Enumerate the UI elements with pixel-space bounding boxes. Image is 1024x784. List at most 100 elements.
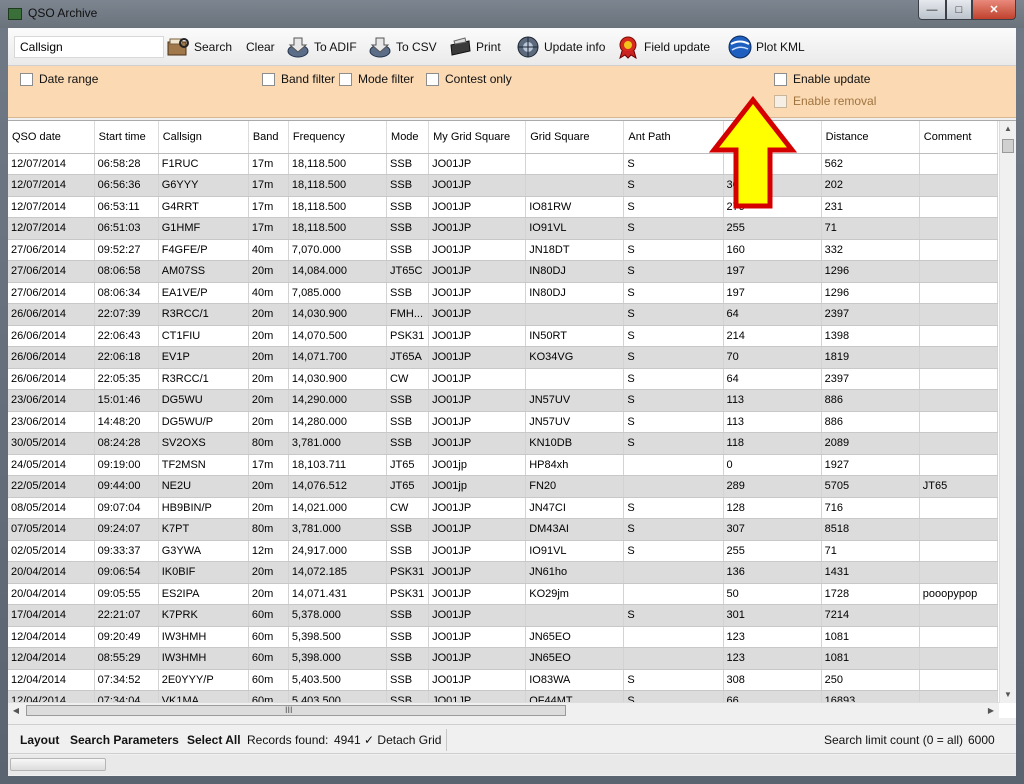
table-cell[interactable]: AM07SS (158, 260, 249, 283)
table-cell[interactable]: JO01JP (428, 389, 527, 412)
table-cell[interactable]: JN57UV (525, 411, 625, 433)
table-cell[interactable]: 17m (248, 217, 289, 240)
table-row[interactable]: 30/05/2014 08:24:28 SV2OXS 80m 3,781.000 SSB J… (8, 432, 999, 455)
table-cell[interactable]: 40m (248, 282, 289, 304)
table-cell[interactable]: 07/05/2014 (8, 518, 95, 541)
table-cell[interactable]: 14,070.500 (288, 325, 388, 347)
table-cell[interactable]: JO01JP (428, 669, 527, 691)
table-cell[interactable]: 5705 (821, 475, 920, 498)
table-cell[interactable]: FN20 (525, 475, 625, 498)
table-cell[interactable]: HB9BIN/P (158, 497, 249, 519)
table-cell[interactable]: 2397 (821, 303, 920, 326)
table-cell[interactable]: 27/06/2014 (8, 260, 95, 283)
table-cell[interactable]: R3RCC/1 (158, 368, 249, 390)
table-row[interactable]: 12/04/2014 07:34:52 2E0YYY/P 60m 5,403.500 SS… (8, 669, 999, 691)
table-cell[interactable]: 24,917.000 (288, 540, 388, 562)
table-cell[interactable]: JO01JP (428, 647, 527, 670)
table-cell[interactable] (623, 583, 724, 605)
table-row[interactable]: 12/07/2014 06:58:28 F1RUC 17m 18,118.500 SSB J… (8, 153, 999, 175)
table-cell[interactable] (919, 260, 999, 283)
table-cell[interactable]: 20/04/2014 (8, 583, 95, 605)
table-cell[interactable]: 70 (723, 346, 822, 369)
table-cell[interactable]: 2E0YYY/P (158, 669, 249, 691)
table-cell[interactable]: 23/06/2014 (8, 411, 95, 433)
table-cell[interactable]: PSK31 (386, 325, 430, 347)
table-cell[interactable]: JO01JP (428, 303, 527, 326)
table-row[interactable]: 26/06/2014 22:06:18 EV1P 20m 14,071.700 JT65A… (8, 346, 999, 369)
table-cell[interactable] (919, 540, 999, 562)
column-header[interactable]: Start time (94, 121, 159, 154)
column-header[interactable]: Comment (919, 121, 999, 154)
table-cell[interactable]: JO01JP (428, 217, 527, 240)
search-button[interactable]: Search (166, 34, 232, 60)
table-cell[interactable]: 14,072.185 (288, 561, 388, 584)
table-cell[interactable]: 09:20:49 (94, 626, 159, 648)
print-button[interactable]: Print (448, 34, 501, 60)
table-cell[interactable]: 3,781.000 (288, 518, 388, 541)
table-cell[interactable]: 26/06/2014 (8, 303, 95, 326)
table-cell[interactable]: JO01JP (428, 540, 527, 562)
to-csv-button[interactable]: To CSV (368, 34, 437, 60)
enable-update-checkbox[interactable]: Enable update (774, 72, 870, 86)
scroll-thumb[interactable] (1002, 139, 1014, 153)
column-header[interactable]: Frequency (288, 121, 388, 154)
scroll-down-icon[interactable]: ▼ (1000, 687, 1016, 703)
table-cell[interactable] (919, 217, 999, 240)
table-cell[interactable]: 09:06:54 (94, 561, 159, 584)
table-cell[interactable]: 60m (248, 669, 289, 691)
table-cell[interactable]: 64 (723, 368, 822, 390)
checkbox-box[interactable] (426, 72, 439, 86)
table-cell[interactable]: 12/04/2014 (8, 669, 95, 691)
table-cell[interactable]: G4RRT (158, 196, 249, 218)
table-cell[interactable]: 18,118.500 (288, 196, 388, 218)
table-cell[interactable]: JO01JP (428, 518, 527, 541)
table-cell[interactable]: 128 (723, 497, 822, 519)
table-cell[interactable]: 06:56:36 (94, 174, 159, 197)
table-row[interactable]: 20/04/2014 09:06:54 IK0BIF 20m 14,072.185 PSK… (8, 561, 999, 584)
table-cell[interactable]: 0 (723, 454, 822, 476)
table-cell[interactable]: JT65 (386, 454, 430, 476)
table-cell[interactable]: IO91VL (525, 540, 625, 562)
table-cell[interactable] (623, 475, 724, 498)
table-cell[interactable]: 09:33:37 (94, 540, 159, 562)
date-range-checkbox[interactable]: Date range (20, 72, 98, 86)
table-cell[interactable]: SV2OXS (158, 432, 249, 455)
table-cell[interactable]: 14,030.900 (288, 303, 388, 326)
table-cell[interactable]: 17m (248, 174, 289, 197)
table-cell[interactable]: SSB (386, 282, 430, 304)
table-row[interactable]: 26/06/2014 22:07:39 R3RCC/1 20m 14,030.900 FM… (8, 303, 999, 326)
table-row[interactable]: 23/06/2014 14:48:20 DG5WU/P 20m 14,280.000 SS… (8, 411, 999, 433)
table-cell[interactable]: SSB (386, 647, 430, 670)
table-cell[interactable]: 12/04/2014 (8, 626, 95, 648)
table-cell[interactable]: 14,280.000 (288, 411, 388, 433)
table-cell[interactable]: 20m (248, 583, 289, 605)
table-cell[interactable]: S (623, 540, 724, 562)
table-cell[interactable]: 80m (248, 432, 289, 455)
table-cell[interactable]: 20m (248, 561, 289, 584)
table-cell[interactable]: S (623, 389, 724, 412)
table-cell[interactable]: K7PRK (158, 604, 249, 627)
table-cell[interactable]: 20m (248, 260, 289, 283)
table-cell[interactable]: JO01JP (428, 153, 527, 175)
table-cell[interactable] (919, 303, 999, 326)
table-cell[interactable]: 20m (248, 368, 289, 390)
table-cell[interactable]: 716 (821, 497, 920, 519)
table-cell[interactable]: IO83WA (525, 669, 625, 691)
table-cell[interactable]: 30/05/2014 (8, 432, 95, 455)
table-cell[interactable]: SSB (386, 196, 430, 218)
table-cell[interactable]: JN65EO (525, 626, 625, 648)
table-cell[interactable]: 26/06/2014 (8, 346, 95, 369)
table-cell[interactable]: 08:06:58 (94, 260, 159, 283)
table-cell[interactable]: S (623, 325, 724, 347)
table-cell[interactable]: 160 (723, 239, 822, 261)
table-cell[interactable]: SSB (386, 389, 430, 412)
table-cell[interactable]: 50 (723, 583, 822, 605)
table-cell[interactable]: S (623, 368, 724, 390)
table-cell[interactable]: 71 (821, 217, 920, 240)
table-cell[interactable]: 20m (248, 475, 289, 498)
select-all-button[interactable]: Select All (187, 733, 241, 747)
clear-button[interactable]: Clear (246, 34, 275, 60)
table-cell[interactable]: JO01JP (428, 282, 527, 304)
minimize-button[interactable]: — (918, 0, 946, 20)
table-cell[interactable]: 20m (248, 411, 289, 433)
